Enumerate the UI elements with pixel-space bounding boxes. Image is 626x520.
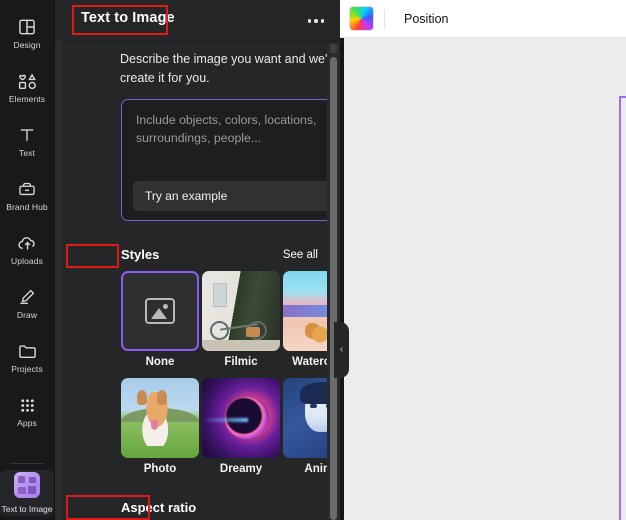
briefcase-icon — [16, 178, 38, 200]
style-label: Filmic — [224, 356, 258, 368]
editor-toolbar: Position — [340, 0, 626, 38]
styles-heading: Styles — [121, 247, 160, 262]
style-label: None — [145, 356, 175, 368]
style-option-photo[interactable]: Photo — [121, 378, 199, 475]
sidebar-item-text[interactable]: Text — [0, 114, 54, 168]
sidebar-item-projects[interactable]: Projects — [0, 330, 54, 384]
pencil-icon — [16, 286, 38, 308]
rail-divider — [10, 463, 44, 464]
style-thumbnail — [121, 378, 199, 458]
left-nav-rail: Design Elements Text Brand Hub Uploads D… — [0, 0, 54, 520]
panel-description: Describe the image you want and we'll cr… — [120, 52, 333, 85]
panel-header-divider — [63, 41, 341, 42]
sidebar-item-label: Draw — [16, 310, 38, 321]
style-option-none[interactable]: None — [121, 271, 199, 368]
grid-dots-icon — [16, 394, 38, 416]
panel-left-gutter — [55, 0, 63, 520]
sidebar-item-label: Design — [13, 40, 41, 51]
collapse-panel-handle[interactable]: ‹ — [334, 322, 349, 378]
shapes-icon — [16, 70, 38, 92]
canva-text-to-image-screen: Design Elements Text Brand Hub Uploads D… — [0, 0, 626, 520]
upload-cloud-icon — [16, 232, 38, 254]
image-placeholder-icon — [145, 298, 175, 324]
annotation-box-styles — [66, 244, 119, 268]
folder-icon — [16, 340, 38, 362]
sidebar-item-label: Brand Hub — [6, 202, 48, 213]
design-canvas[interactable] — [340, 38, 626, 520]
sidebar-item-label: Projects — [11, 364, 43, 375]
sidebar-item-brand-hub[interactable]: Brand Hub — [0, 168, 54, 222]
more-horizontal-icon[interactable] — [305, 11, 327, 31]
text-t-icon — [16, 124, 38, 146]
sidebar-item-uploads[interactable]: Uploads — [0, 222, 54, 276]
sidebar-item-draw[interactable]: Draw — [0, 276, 54, 330]
scrollbar-thumb[interactable] — [330, 57, 337, 520]
position-button[interactable]: Position — [397, 7, 455, 31]
annotation-box-title — [72, 5, 168, 35]
toolbar-divider — [384, 8, 385, 29]
selected-element-outline[interactable] — [619, 96, 626, 520]
layout-icon — [16, 16, 38, 38]
try-an-example-label: Try an example — [145, 189, 228, 203]
style-thumbnail — [202, 271, 280, 351]
see-all-styles-link[interactable]: See all — [283, 249, 318, 261]
style-label: Photo — [143, 463, 177, 475]
rainbow-color-swatch[interactable] — [349, 6, 374, 31]
editor-area: Position — [340, 0, 626, 520]
sidebar-item-label: Text — [19, 148, 35, 159]
text-to-image-app-icon — [14, 472, 40, 498]
style-thumbnail — [202, 378, 280, 458]
panel-scrollbar[interactable] — [327, 42, 340, 520]
annotation-box-aspect-ratio — [66, 495, 150, 520]
sidebar-item-label: Elements — [8, 94, 46, 105]
style-option-dreamy[interactable]: Dreamy — [202, 378, 280, 475]
canvas-left-edge — [340, 38, 344, 520]
sidebar-item-label: Uploads — [11, 256, 43, 267]
style-thumbnail — [121, 271, 199, 351]
sidebar-item-elements[interactable]: Elements — [0, 60, 54, 114]
sidebar-item-apps[interactable]: Apps — [0, 384, 54, 438]
sidebar-item-text-to-image[interactable]: Text to Image — [0, 470, 54, 516]
sidebar-item-label: Text to Image — [1, 504, 53, 514]
style-label: Dreamy — [219, 463, 263, 475]
try-an-example-button[interactable]: Try an example + — [133, 181, 359, 211]
sidebar-item-design[interactable]: Design — [0, 6, 54, 60]
prompt-placeholder: Include objects, colors, locations, surr… — [136, 113, 317, 145]
chevron-left-icon: ‹ — [339, 344, 344, 355]
sidebar-item-label: Apps — [17, 418, 37, 429]
style-option-filmic[interactable]: Filmic — [202, 271, 280, 368]
scroll-up-arrow[interactable] — [330, 44, 337, 53]
